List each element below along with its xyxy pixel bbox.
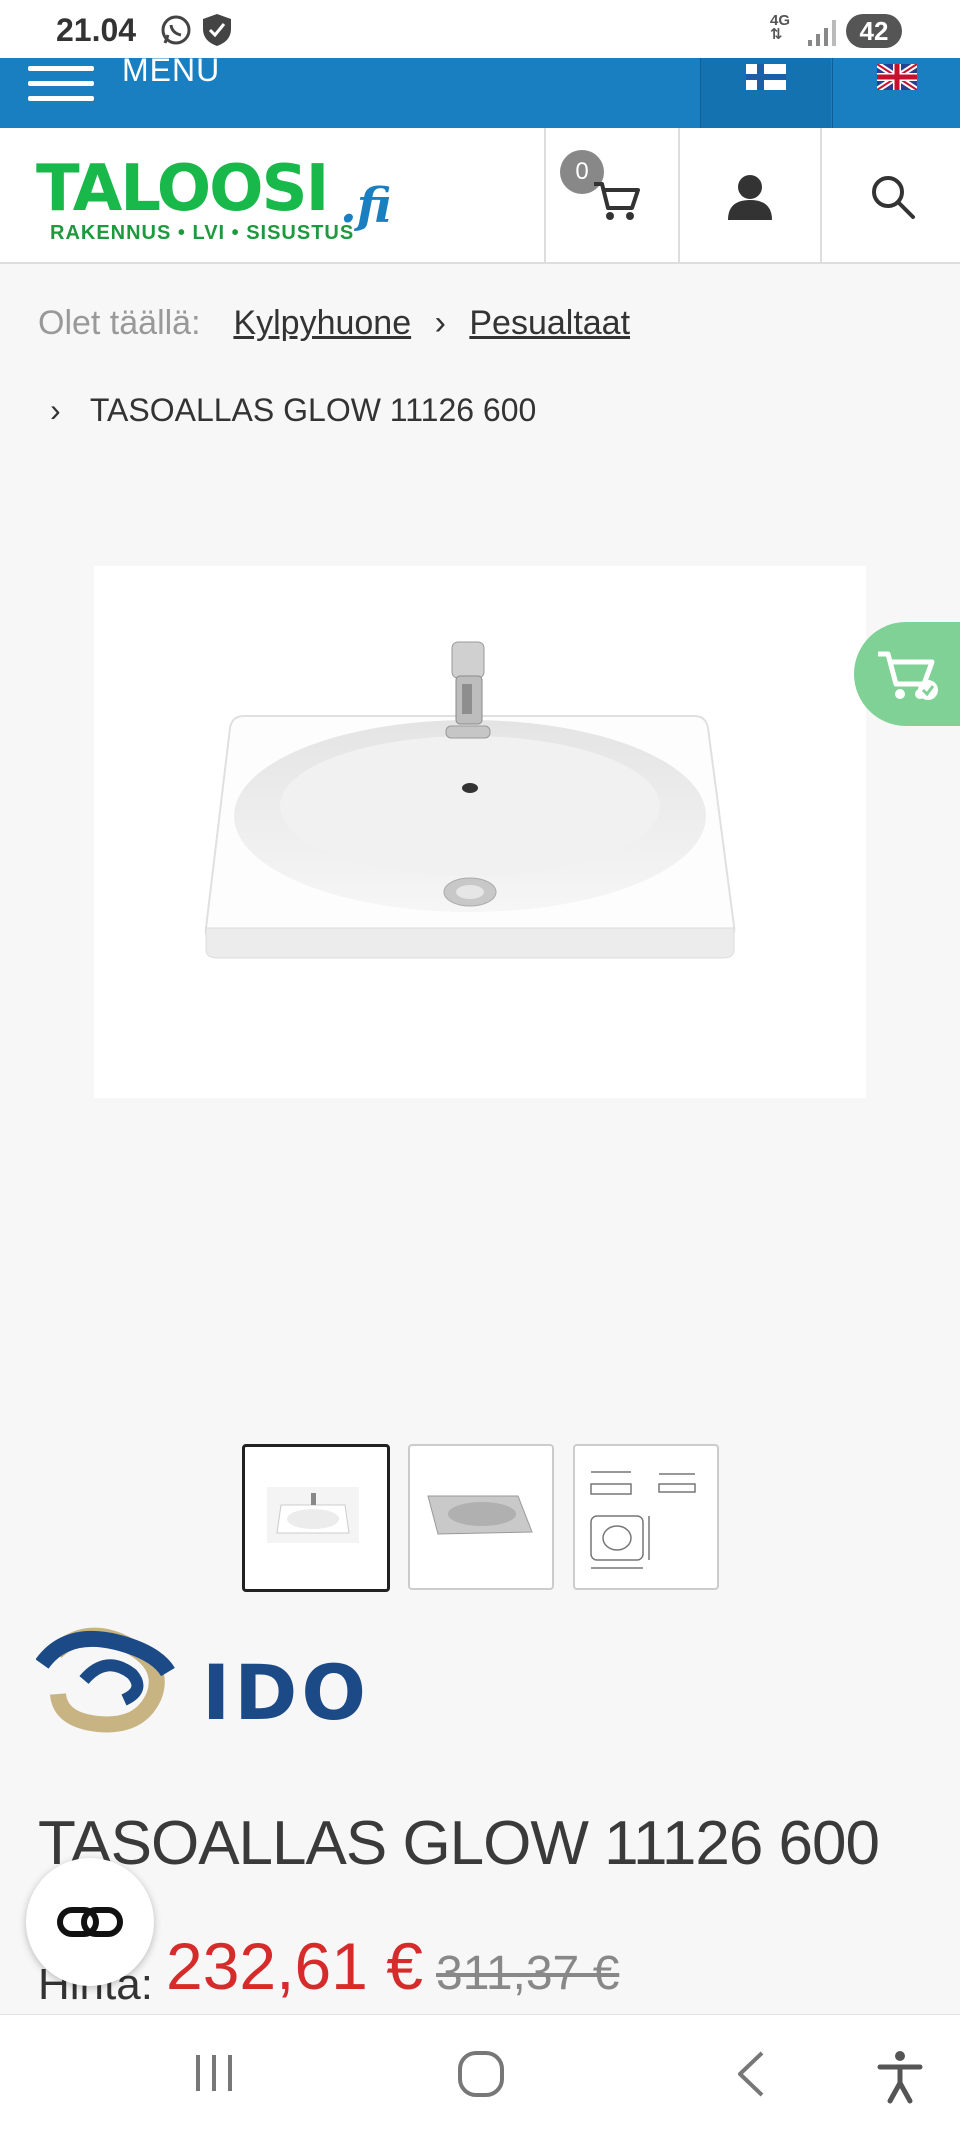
whatsapp-icon: [161, 15, 191, 45]
breadcrumb-link-pesualtaat[interactable]: Pesualtaat: [469, 304, 630, 342]
language-finnish-button[interactable]: [700, 58, 831, 128]
finland-flag-icon: [746, 64, 786, 90]
link-button[interactable]: [26, 1858, 154, 1986]
user-icon: [728, 175, 772, 220]
product-thumbnail[interactable]: [408, 1444, 554, 1590]
technical-drawing-thumbnail: [590, 1471, 696, 1569]
menu-icon[interactable]: [28, 66, 94, 110]
thumbnail-image: [427, 1495, 533, 1535]
thumbnail-image: [267, 1487, 359, 1543]
product-main-image[interactable]: [94, 566, 866, 1098]
logo-tagline: RAKENNUS • LVI • SISUSTUS: [50, 222, 355, 244]
shopping-cart-icon: [594, 182, 640, 220]
product-thumbnail[interactable]: [573, 1444, 719, 1590]
site-logo[interactable]: TALOOSI .fi RAKENNUS • LVI • SISUSTUS: [34, 152, 396, 248]
network-type: 4G ⇅: [770, 12, 791, 43]
search-button[interactable]: [820, 128, 960, 262]
status-time: 21.04: [56, 12, 137, 48]
recent-apps-icon[interactable]: [190, 2049, 238, 2097]
link-icon: [57, 1907, 123, 1937]
system-navigation-bar: [0, 2014, 960, 2141]
product-title: TASOALLAS GLOW 11126 600: [38, 1809, 880, 1878]
breadcrumb-prefix: Olet täällä:: [38, 304, 201, 342]
product-thumbnail[interactable]: [242, 1444, 390, 1592]
accessibility-icon[interactable]: [876, 2049, 924, 2105]
add-to-cart-fab[interactable]: [854, 622, 960, 726]
uk-flag-icon: [877, 64, 917, 90]
ido-brand-mark: [35, 1627, 175, 1733]
search-icon: [872, 176, 915, 219]
breadcrumb-separator: ›: [50, 392, 61, 428]
site-header: TALOOSI .fi RAKENNUS • LVI • SISUSTUS 0: [0, 128, 960, 264]
top-navigation: MENU: [0, 52, 960, 128]
signal-icon: [808, 20, 836, 46]
current-price: 232,61 €: [166, 1929, 423, 2003]
cart-button[interactable]: 0: [544, 128, 678, 262]
account-button[interactable]: [678, 128, 820, 262]
battery-indicator: 42: [846, 14, 902, 48]
original-price: 311,37 €: [436, 1947, 620, 2000]
breadcrumb-current-page: TASOALLAS GLOW 11126 600: [89, 392, 537, 428]
logo-wordmark: TALOOSI: [36, 152, 329, 226]
back-icon[interactable]: [730, 2049, 770, 2099]
menu-label[interactable]: MENU: [122, 52, 220, 89]
breadcrumb-separator: ›: [434, 304, 446, 342]
shield-icon: [203, 14, 231, 46]
language-english-button[interactable]: [832, 58, 960, 128]
home-icon[interactable]: [456, 2049, 506, 2099]
breadcrumb-current: › TASOALLAS GLOW 11126 600: [50, 392, 536, 429]
status-bar: 21.04 4G ⇅ 42: [0, 0, 960, 58]
breadcrumb-link-kylpyhuone[interactable]: Kylpyhuone: [233, 304, 411, 342]
breadcrumb: Olet täällä: Kylpyhuone › Pesualtaat: [38, 304, 630, 343]
brand-logo[interactable]: IDO: [35, 1624, 392, 1737]
washbasin-illustration: [204, 641, 736, 959]
cart-check-icon: [878, 651, 938, 700]
brand-name: IDO: [202, 1648, 370, 1737]
